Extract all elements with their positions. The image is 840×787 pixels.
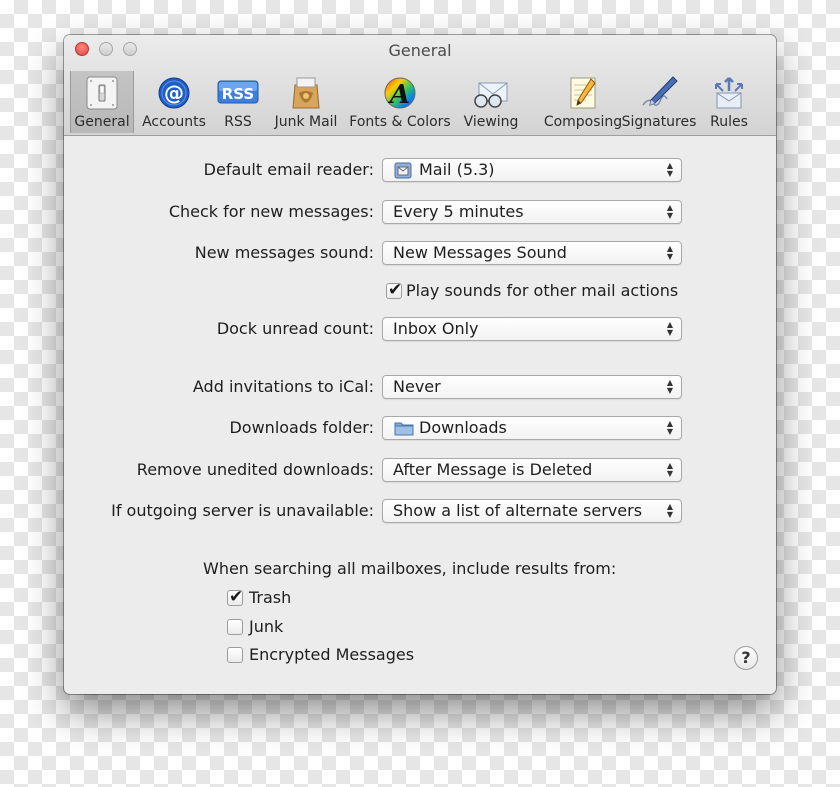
popup-arrows-icon: ▲ ▼ <box>666 203 673 220</box>
downloads-folder-popup[interactable]: Downloads ▲ ▼ <box>382 416 682 440</box>
popup-value: New Messages Sound <box>393 243 567 262</box>
toolbar-label: Rules <box>710 114 748 130</box>
toolbar-label: RSS <box>224 114 252 130</box>
default-reader-label: Default email reader: <box>203 160 374 179</box>
search-trash-checkbox[interactable]: ✔ <box>227 587 244 607</box>
toolbar-rss[interactable]: RSS RSS <box>214 71 262 133</box>
downloads-folder-label: Downloads folder: <box>229 418 374 437</box>
dock-count-label: Dock unread count: <box>216 319 374 338</box>
outgoing-server-label: If outgoing server is unavailable: <box>111 501 374 520</box>
checkmark-icon: ✔ <box>229 587 244 607</box>
at-sign-icon: @ <box>158 77 190 109</box>
default-reader-popup[interactable]: Mail (5.3) ▲ ▼ <box>382 158 682 182</box>
popup-value: Every 5 minutes <box>393 202 524 221</box>
popup-value: Mail (5.3) <box>419 160 495 179</box>
toolbar-label: Fonts & Colors <box>349 114 451 130</box>
popup-arrows-icon: ▲ ▼ <box>666 461 673 478</box>
popup-arrows-icon: ▲ ▼ <box>666 244 673 261</box>
outgoing-server-popup[interactable]: Show a list of alternate servers ▲ ▼ <box>382 499 682 523</box>
toolbar-label: Signatures <box>621 114 697 130</box>
svg-text:@: @ <box>164 81 184 105</box>
toolbar-rules[interactable]: Rules <box>704 71 754 133</box>
folder-icon <box>394 422 414 436</box>
play-sounds-checkbox[interactable]: ✔ <box>386 280 403 300</box>
check-messages-popup[interactable]: Every 5 minutes ▲ ▼ <box>382 200 682 224</box>
toolbar-signatures[interactable]: Signatures <box>620 71 698 133</box>
popup-value: Inbox Only <box>393 319 479 338</box>
rules-arrows-icon <box>715 77 743 109</box>
remove-downloads-label: Remove unedited downloads: <box>136 460 374 479</box>
svg-text:A: A <box>387 80 410 110</box>
search-junk-label[interactable]: Junk <box>249 617 283 637</box>
title-bar: General General @ Accounts RSS RSS Junk … <box>64 35 776 136</box>
glasses-envelope-icon <box>474 82 508 108</box>
dock-count-popup[interactable]: Inbox Only ▲ ▼ <box>382 317 682 341</box>
popup-value: Show a list of alternate servers <box>393 501 643 520</box>
toolbar-label: Junk Mail <box>274 114 338 130</box>
fonts-colors-icon: A <box>384 77 416 110</box>
search-encrypted-checkbox[interactable] <box>227 647 243 663</box>
toolbar-label: Accounts <box>142 114 206 130</box>
search-include-label: When searching all mailboxes, include re… <box>203 559 617 578</box>
toolbar-accounts[interactable]: @ Accounts <box>136 71 212 133</box>
check-messages-label: Check for new messages: <box>168 202 374 221</box>
ical-popup[interactable]: Never ▲ ▼ <box>382 375 682 399</box>
toolbar-general[interactable]: General <box>70 71 134 133</box>
rss-badge-icon: RSS <box>217 80 259 104</box>
checkmark-icon: ✔ <box>388 280 403 300</box>
window-title: General <box>388 41 452 60</box>
popup-value: Never <box>393 377 441 396</box>
toolbar-fonts-colors[interactable]: A Fonts & Colors <box>348 71 452 133</box>
preferences-window: General General @ Accounts RSS RSS Junk … <box>64 35 776 694</box>
pen-signature-icon <box>642 76 678 106</box>
junk-mail-bag-icon <box>292 77 320 109</box>
popup-value: Downloads <box>419 418 507 437</box>
toolbar-viewing[interactable]: Viewing <box>460 71 522 133</box>
ical-label: Add invitations to iCal: <box>192 377 374 396</box>
popup-arrows-icon: ▲ ▼ <box>666 378 673 395</box>
search-encrypted-label[interactable]: Encrypted Messages <box>249 645 414 665</box>
popup-arrows-icon: ▲ ▼ <box>666 161 673 178</box>
search-junk-checkbox[interactable] <box>227 619 243 635</box>
toolbar-label: Viewing <box>463 114 519 130</box>
new-sound-label: New messages sound: <box>194 243 374 262</box>
general-pane: Default email reader: Mail (5.3) ▲ ▼ Chec… <box>64 136 776 694</box>
help-button[interactable]: ? <box>734 646 758 670</box>
mail-app-icon <box>394 162 412 179</box>
popup-arrows-icon: ▲ ▼ <box>666 320 673 337</box>
new-sound-popup[interactable]: New Messages Sound ▲ ▼ <box>382 241 682 265</box>
popup-arrows-icon: ▲ ▼ <box>666 502 673 519</box>
remove-downloads-popup[interactable]: After Message is Deleted ▲ ▼ <box>382 458 682 482</box>
toolbar-label: General <box>74 114 130 130</box>
play-sounds-label[interactable]: Play sounds for other mail actions <box>406 281 678 301</box>
toolbar-junk-mail[interactable]: Junk Mail <box>268 71 344 133</box>
pencil-paper-icon <box>570 77 596 109</box>
search-trash-label[interactable]: Trash <box>249 588 291 608</box>
popup-value: After Message is Deleted <box>393 460 593 479</box>
popup-arrows-icon: ▲ ▼ <box>666 419 673 436</box>
general-switch-icon <box>86 76 118 110</box>
svg-text:RSS: RSS <box>222 85 254 103</box>
